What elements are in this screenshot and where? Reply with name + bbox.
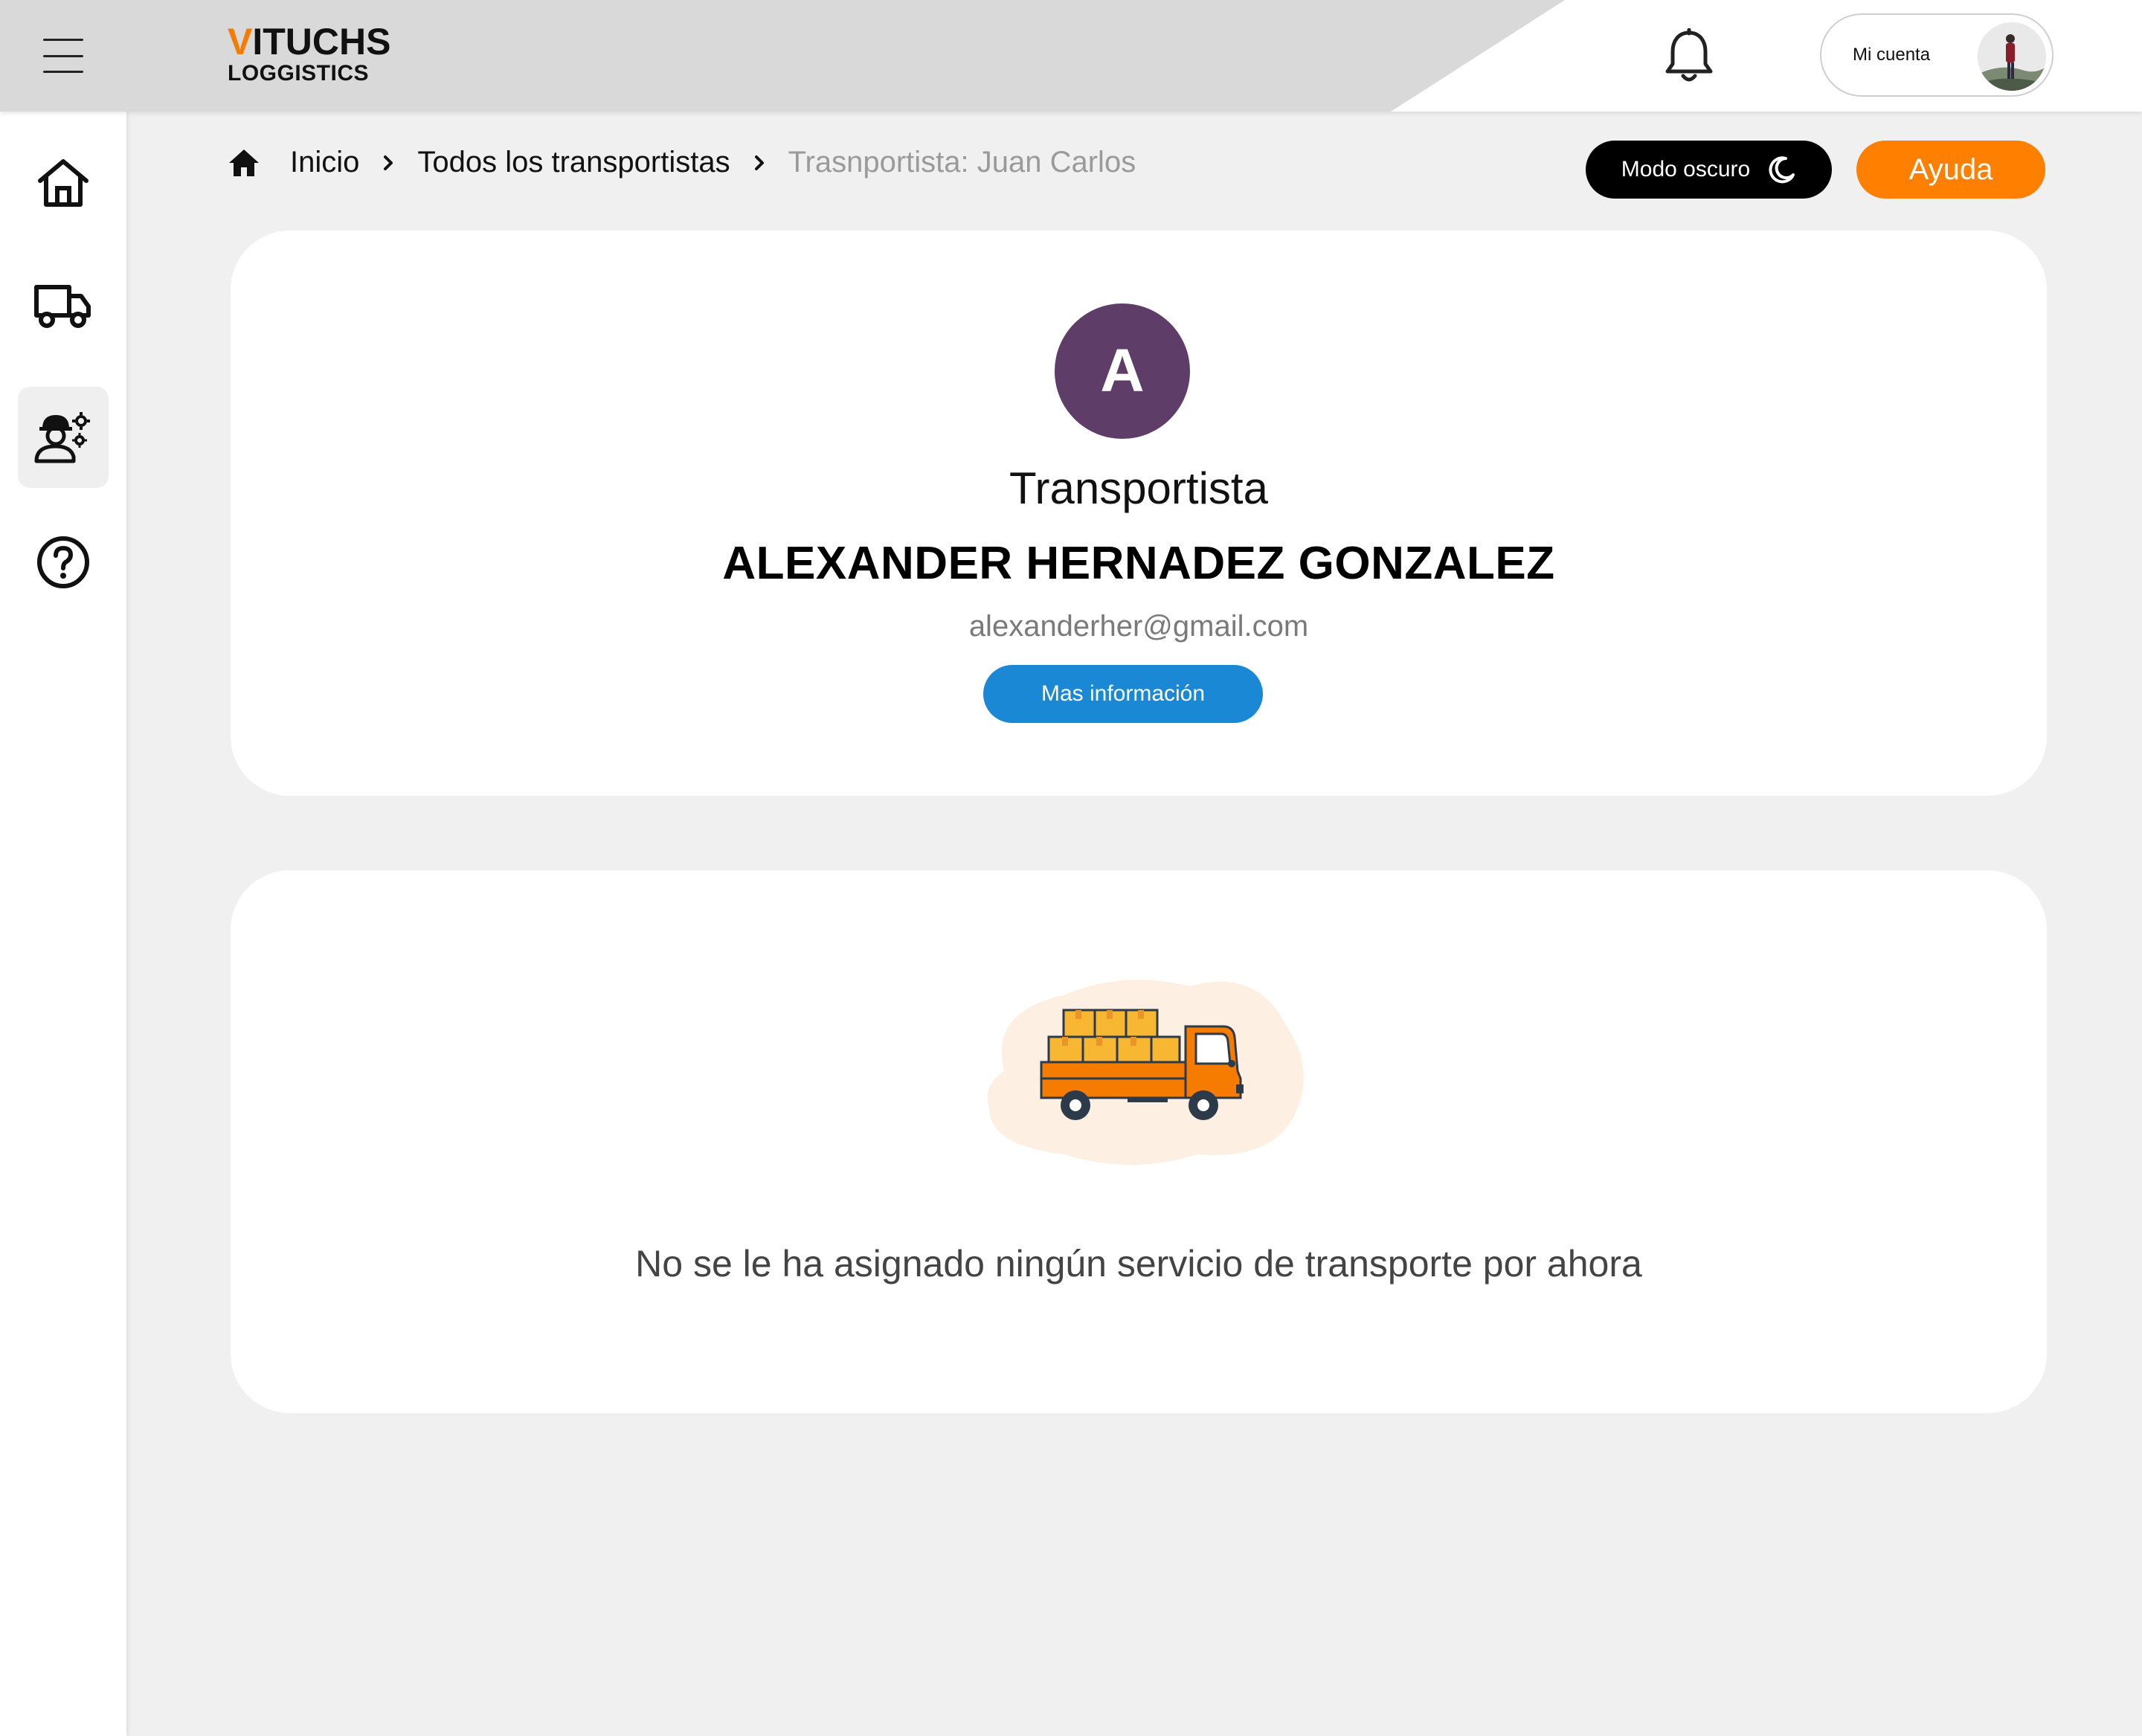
sidebar-item-help[interactable] [18, 512, 109, 613]
profile-role: Transportista [1009, 463, 1268, 513]
help-button[interactable]: Ayuda [1856, 141, 2045, 199]
chevron-right-icon [754, 155, 764, 170]
brand-logo[interactable]: VITUCHS LOGGISTICS [228, 22, 390, 86]
profile-card: A Transportista ALEXANDER HERNADEZ GONZA… [231, 231, 2047, 796]
home-icon [38, 159, 89, 207]
breadcrumb-inicio[interactable]: Inicio [290, 146, 359, 179]
profile-name: ALEXANDER HERNADEZ GONZALEZ [722, 538, 1555, 589]
chevron-right-icon [384, 155, 393, 170]
sidebar [0, 112, 126, 1736]
worker-settings-icon [34, 412, 90, 463]
user-avatar [1978, 22, 2046, 91]
dark-mode-label: Modo oscuro [1621, 157, 1751, 181]
empty-state-message: No se le ha asignado ningún servicio de … [635, 1243, 1642, 1285]
more-info-button[interactable]: Mas información [983, 665, 1263, 723]
sidebar-item-transport[interactable] [18, 256, 109, 357]
moon-icon [1769, 156, 1795, 184]
account-menu-button[interactable]: Mi cuenta [1820, 13, 2053, 97]
services-card: No se le ha asignado ningún servicio de … [231, 870, 2047, 1413]
logo-accent-letter: V [228, 21, 253, 62]
profile-initial-avatar: A [1055, 303, 1190, 439]
delivery-truck-illustration [987, 980, 1304, 1165]
profile-email: alexanderher@gmail.com [968, 610, 1309, 643]
hamburger-menu-icon[interactable] [43, 39, 83, 73]
sidebar-item-home[interactable] [18, 132, 109, 234]
breadcrumb: Inicio Todos los transportistas Trasnpor… [228, 146, 1136, 179]
sidebar-item-transporters[interactable] [18, 387, 109, 488]
account-label: Mi cuenta [1853, 45, 1931, 65]
dark-mode-button[interactable]: Modo oscuro [1586, 141, 1832, 199]
bell-icon[interactable] [1663, 28, 1715, 85]
breadcrumb-current: Trasnportista: Juan Carlos [788, 146, 1136, 179]
top-bar: VITUCHS LOGGISTICS Mi cuenta [0, 0, 2142, 112]
logo-subtitle: LOGGISTICS [228, 61, 370, 86]
logo-word: ITUCHS [252, 21, 391, 62]
breadcrumb-todos-transportistas[interactable]: Todos los transportistas [417, 146, 730, 179]
help-circle-icon [37, 536, 89, 588]
home-icon[interactable] [228, 147, 260, 179]
truck-icon [34, 285, 91, 328]
